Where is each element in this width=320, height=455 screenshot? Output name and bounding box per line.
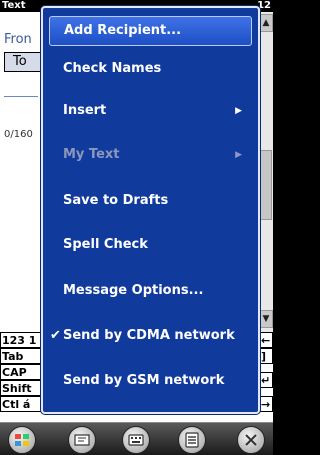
key-enter[interactable]: ↵ — [259, 372, 273, 388]
from-label: Fron — [4, 32, 32, 47]
menu-item-spell-check[interactable]: Spell Check — [49, 230, 252, 260]
scroll-up-button[interactable]: ▲ — [259, 14, 273, 32]
message-icon[interactable] — [68, 426, 96, 454]
menu-item-add-recipient[interactable]: Add Recipient... — [49, 16, 252, 46]
scroll-down-button[interactable]: ▼ — [259, 310, 273, 328]
scroll-thumb[interactable] — [260, 150, 272, 220]
screen: Text 12 Fron To 0/160 ▲ ▼ 123 1 Tab CAP … — [0, 0, 273, 455]
key-caps[interactable]: CAP — [0, 364, 42, 380]
menu-item-check-names[interactable]: Check Names — [49, 54, 252, 84]
key-123[interactable]: 123 1 — [0, 332, 42, 348]
menu-item-insert[interactable]: Insert ▶ — [49, 96, 252, 126]
menu-item-label: My Text — [63, 147, 120, 162]
menu-item-send-by-cdma[interactable]: ✔ Send by CDMA network — [49, 321, 252, 351]
windows-start-icon[interactable] — [8, 426, 36, 454]
context-menu: Add Recipient... Check Names Insert ▶ My… — [41, 6, 260, 414]
menu-item-label: Send by GSM network — [63, 373, 225, 388]
menu-item-send-by-gsm[interactable]: Send by GSM network — [49, 366, 252, 396]
submenu-arrow-icon: ▶ — [235, 150, 242, 160]
app-title: Text — [2, 0, 26, 11]
menu-item-label: Check Names — [63, 61, 162, 76]
close-icon[interactable] — [237, 426, 265, 454]
key-tab[interactable]: Tab — [0, 348, 42, 364]
key-backspace[interactable]: ← — [259, 332, 273, 348]
menu-item-save-to-drafts[interactable]: Save to Drafts — [49, 186, 252, 216]
menu-item-label: Send by CDMA network — [63, 328, 235, 343]
menu-item-label: Message Options... — [63, 283, 204, 298]
menu-item-message-options[interactable]: Message Options... — [49, 276, 252, 306]
menu-icon[interactable] — [178, 426, 206, 454]
key-right[interactable]: → — [259, 396, 273, 412]
menu-item-label: Insert — [63, 103, 107, 118]
key-ctl[interactable]: Ctl á — [0, 396, 42, 412]
menu-item-label: Spell Check — [63, 237, 148, 252]
menu-item-my-text: My Text ▶ — [49, 140, 252, 170]
submenu-arrow-icon: ▶ — [235, 106, 242, 116]
check-icon: ✔ — [50, 328, 61, 343]
keyboard-icon[interactable] — [122, 426, 150, 454]
key-bracket[interactable]: ] — [259, 348, 273, 364]
menu-item-label: Save to Drafts — [63, 193, 169, 208]
field-divider — [4, 96, 38, 97]
menu-item-label: Add Recipient... — [64, 23, 182, 38]
key-shift[interactable]: Shift — [0, 380, 42, 396]
to-field[interactable]: To — [4, 52, 44, 72]
taskbar — [0, 422, 273, 455]
char-counter: 0/160 — [4, 129, 33, 140]
